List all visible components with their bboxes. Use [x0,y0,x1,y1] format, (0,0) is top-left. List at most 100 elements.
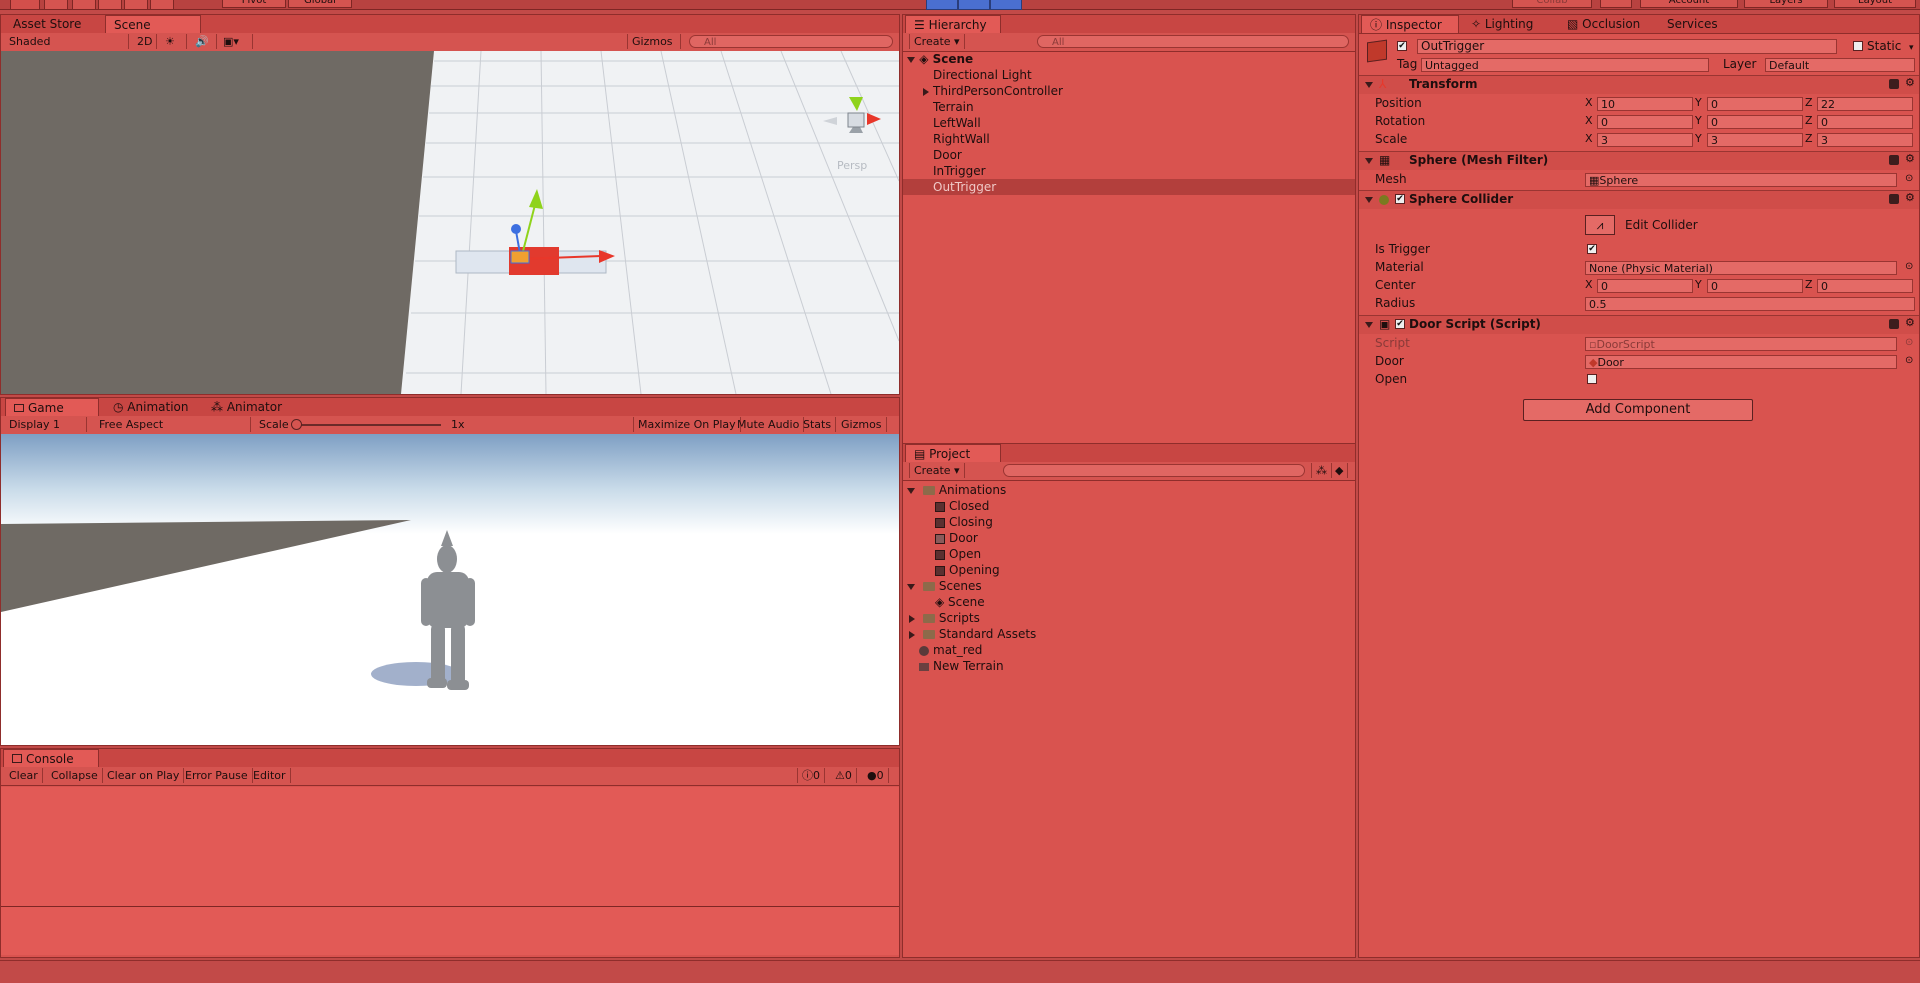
tab-project[interactable]: ▤ Project [905,444,1001,462]
error-pause-toggle[interactable]: Error Pause [181,768,253,783]
asset-mat-red[interactable]: mat_red [919,642,982,658]
hierarchy-scene-row[interactable]: ◈ Scene [907,51,973,67]
folder-scenes[interactable]: Scenes [907,578,982,594]
rect-tool-button[interactable] [124,0,148,10]
hierarchy-item[interactable]: OutTrigger [903,179,1355,195]
vector-field-y[interactable]: 3 [1707,133,1803,147]
hierarchy-item[interactable]: Terrain [903,99,1355,115]
game-gizmos-dropdown[interactable]: Gizmos [837,417,887,432]
object-picker-icon[interactable]: ⊙ [1905,355,1913,366]
tag-dropdown[interactable]: Untagged [1421,58,1709,72]
vector-field-x[interactable]: 3 [1597,133,1693,147]
tab-console[interactable]: Console [3,749,99,767]
scene-search-input[interactable]: All [689,35,893,48]
tab-inspector[interactable]: ⓘ Inspector [1361,15,1459,33]
tab-animation[interactable]: ◷ Animation [105,398,196,416]
transform-tool-button[interactable] [150,0,174,10]
asset-opening[interactable]: Opening [935,562,1000,578]
play-button[interactable] [926,0,958,10]
hierarchy-item[interactable]: InTrigger [903,163,1355,179]
scale-slider-handle[interactable] [291,419,302,430]
scale-slider[interactable] [293,424,441,426]
hierarchy-create-dropdown[interactable]: Create ▾ [909,34,965,49]
gear-icon[interactable]: ⚙ [1905,191,1915,204]
vector-field-y[interactable]: 0 [1707,279,1803,293]
transform-header[interactable]: ⅄ Transform ⚙ [1359,75,1919,94]
console-detail-area[interactable] [1,907,899,955]
warning-filter-toggle[interactable]: ⚠0 [831,768,857,783]
vector-field-z[interactable]: 3 [1817,133,1913,147]
project-create-dropdown[interactable]: Create ▾ [909,463,965,478]
hierarchy-item[interactable]: RightWall [903,131,1355,147]
mute-audio-toggle[interactable]: Mute Audio [733,417,805,432]
help-icon[interactable] [1889,155,1899,165]
collapse-toggle[interactable]: Collapse [47,768,103,783]
scale-tool-button[interactable] [98,0,122,10]
tab-hierarchy[interactable]: ☰ Hierarchy [905,15,1001,33]
door-script-header[interactable]: ▣ ✔ Door Script (Script) ⚙ [1359,315,1919,334]
asset-scene[interactable]: ◈ Scene [935,594,985,610]
2d-toggle[interactable]: 2D [133,34,157,49]
console-clear-button[interactable]: Clear [5,768,43,783]
hierarchy-item[interactable]: ThirdPersonController [903,83,1355,99]
hierarchy-item[interactable]: LeftWall [903,115,1355,131]
tab-occlusion[interactable]: ▧ Occlusion [1559,15,1648,33]
maximize-on-play-toggle[interactable]: Maximize On Play [633,417,741,432]
step-button[interactable] [990,0,1022,10]
sphere-collider-header[interactable]: ✔ Sphere Collider ⚙ [1359,190,1919,209]
game-viewport[interactable] [1,434,899,745]
gameobject-cube-icon[interactable] [1367,39,1387,63]
is-trigger-checkbox[interactable]: ✔ [1587,244,1597,254]
edit-collider-button[interactable]: ⩘ [1585,215,1615,235]
folder-animations[interactable]: Animations [907,482,1006,498]
folder-standard-assets[interactable]: Standard Assets [909,626,1036,642]
console-log-area[interactable] [1,787,899,913]
tab-animator[interactable]: ⁂ Animator [203,398,290,416]
mesh-field[interactable]: ▦Sphere [1585,173,1897,187]
move-tool-button[interactable] [44,0,68,10]
folder-scripts[interactable]: Scripts [909,610,980,626]
gear-icon[interactable]: ⚙ [1905,316,1915,329]
audio-toggle[interactable]: 🔊 [191,34,217,49]
static-dropdown-arrow-icon[interactable]: ▾ [1909,43,1914,53]
gear-icon[interactable]: ⚙ [1905,152,1915,165]
vector-field-x[interactable]: 0 [1597,115,1693,129]
vector-field-x[interactable]: 0 [1597,279,1693,293]
vector-field-z[interactable]: 0 [1817,115,1913,129]
open-checkbox[interactable] [1587,374,1597,384]
sphere-collider-enabled-checkbox[interactable]: ✔ [1395,194,1405,204]
material-field[interactable]: None (Physic Material) [1585,261,1897,275]
stats-toggle[interactable]: Stats [799,417,837,432]
door-field[interactable]: ◆Door [1585,355,1897,369]
cloud-button[interactable] [1600,0,1632,8]
filter-by-label-button[interactable]: ◆ [1331,463,1349,478]
collab-button[interactable]: Collab [1512,0,1592,8]
scene-viewport[interactable]: Persp [1,51,899,394]
layers-dropdown[interactable]: Layers [1744,0,1828,8]
hierarchy-search-input[interactable]: All [1037,35,1349,48]
log-filter-toggle[interactable]: ●0 [863,768,889,783]
tab-scene[interactable]: Scene [105,15,201,33]
asset-closing[interactable]: Closing [935,514,993,530]
help-icon[interactable] [1889,79,1899,89]
effects-dropdown[interactable]: ▣▾ [219,34,253,49]
scene-gizmos-dropdown[interactable]: Gizmos [627,34,681,49]
vector-field-x[interactable]: 10 [1597,97,1693,111]
help-icon[interactable] [1889,319,1899,329]
project-search-input[interactable] [1003,464,1305,477]
hand-tool-button[interactable] [10,0,40,10]
vector-field-z[interactable]: 0 [1817,279,1913,293]
rotate-tool-button[interactable] [72,0,96,10]
collapsed-arrow-icon[interactable] [923,87,929,96]
gear-icon[interactable]: ⚙ [1905,76,1915,89]
pivot-toggle[interactable]: Pivot [222,0,286,8]
vector-field-y[interactable]: 0 [1707,115,1803,129]
tab-game[interactable]: Game [5,398,99,416]
tab-services[interactable]: Services [1659,15,1726,33]
hierarchy-item[interactable]: Directional Light [903,67,1355,83]
filter-by-type-button[interactable]: ⁂ [1311,463,1332,478]
shading-mode-dropdown[interactable]: Shaded [5,34,129,49]
editor-dropdown[interactable]: Editor [249,768,291,783]
vector-field-z[interactable]: 22 [1817,97,1913,111]
add-component-button[interactable]: Add Component [1523,399,1753,421]
